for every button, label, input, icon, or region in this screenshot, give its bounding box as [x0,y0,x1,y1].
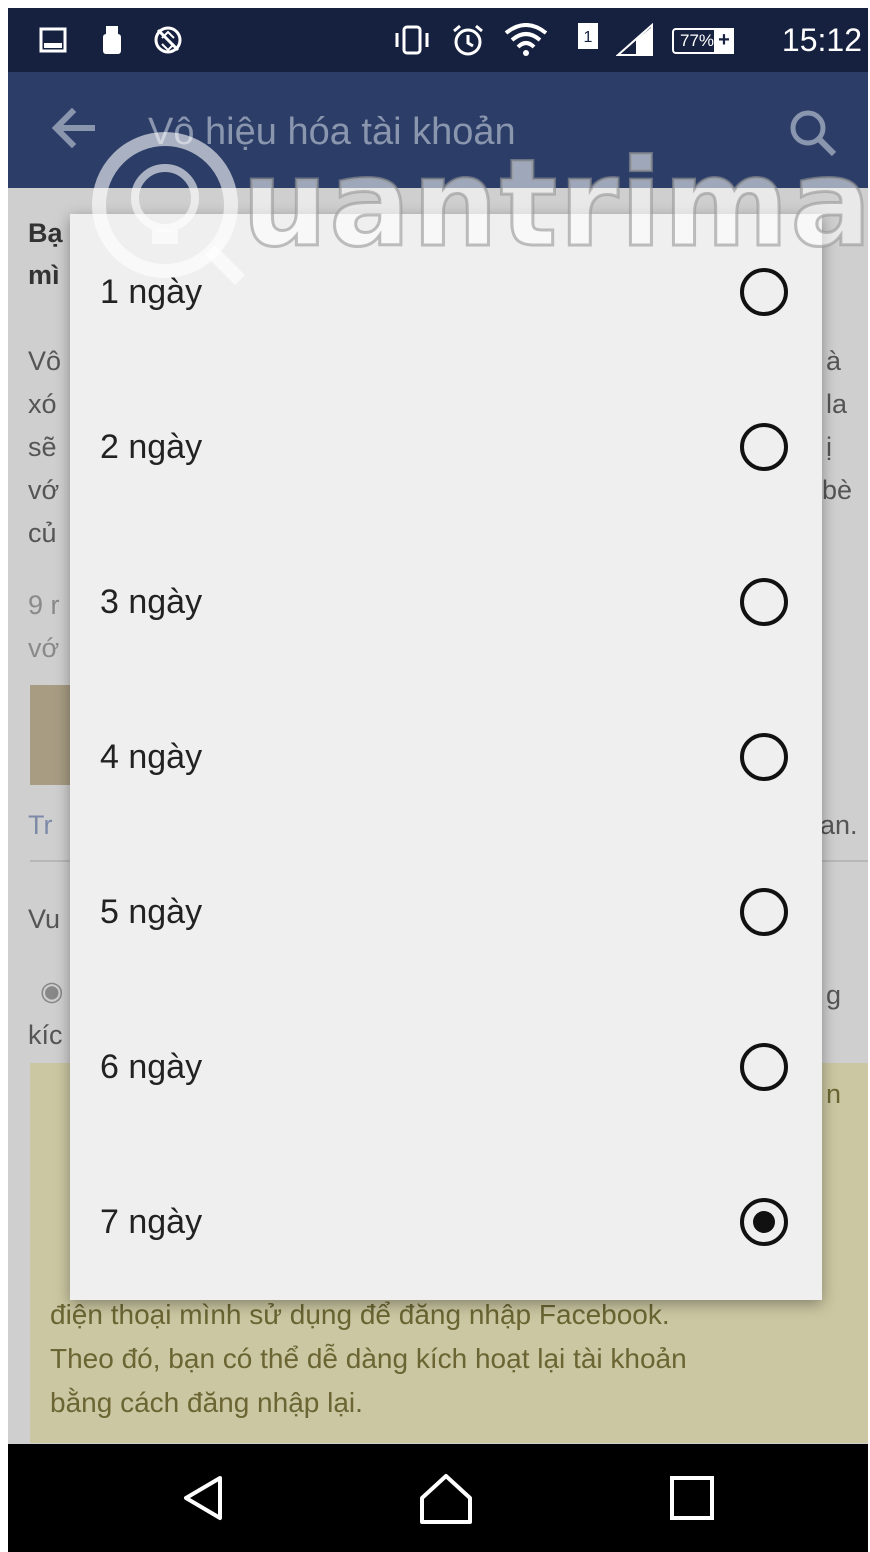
navigation-bar [8,1444,868,1552]
radio-button-icon[interactable] [740,733,788,781]
option-6-days[interactable]: 6 ngày [70,989,822,1143]
bg-fragment: à [826,346,842,376]
notice-text: điện thoại mình sử dụng để đăng nhập Fac… [50,1293,850,1425]
bg-radio-icon: ◉ [40,976,64,1006]
battery-icon: 77% + [672,28,734,54]
app-bar: Vô hiệu hóa tài khoản [8,72,868,188]
radio-button-icon[interactable] [740,268,788,316]
wifi-icon [504,23,548,56]
option-2-days[interactable]: 2 ngày [70,369,822,523]
bg-heading-line-2: mì [28,260,60,290]
bg-fragment: la [826,389,848,419]
bg-text-line: vớ [28,633,60,663]
home-icon[interactable] [416,1470,472,1526]
bg-text-line: sẽ [28,432,57,462]
bg-fragment: ị [826,432,832,462]
option-1-day[interactable]: 1 ngày [70,214,822,368]
bg-text-line: Vu [28,904,61,934]
bg-text-line: vớ [28,475,60,505]
option-label: 7 ngày [100,1203,203,1241]
option-5-days[interactable]: 5 ngày [70,834,822,988]
option-label: 4 ngày [100,738,203,776]
svg-text:1: 1 [584,29,593,46]
radio-button-icon[interactable] [740,423,788,471]
vibrate-icon [392,24,432,56]
sim-icon: 1 [576,20,600,52]
screen: 1 77% + 15:12 Vô hiệu hóa tài khoản Bạ m… [8,8,868,1552]
option-label: 1 ngày [100,273,203,311]
bg-fragment: n [826,1079,842,1109]
battery-level: 77% [680,31,715,50]
status-bar: 1 77% + 15:12 [8,8,868,72]
option-label: 6 ngày [100,1048,203,1086]
back-arrow-icon[interactable] [48,102,108,162]
back-triangle-icon[interactable] [176,1470,232,1526]
bg-fragment: bè [822,475,853,505]
signal-icon [616,23,656,56]
no-data-icon [150,24,186,56]
option-4-days[interactable]: 4 ngày [70,679,822,833]
usb-icon [100,24,124,56]
bg-text-line: 9 r [28,590,60,620]
option-label: 3 ngày [100,583,203,621]
option-label: 2 ngày [100,428,203,466]
bg-fragment: g [826,980,842,1010]
bg-text-line: kíc [28,1020,63,1050]
search-icon[interactable] [788,108,838,158]
status-time: 15:12 [781,22,862,58]
bg-fragment: an. [820,810,858,840]
bg-text-line: Vô [28,346,62,376]
page-title: Vô hiệu hóa tài khoản [148,111,516,153]
radio-button-icon[interactable] [740,888,788,936]
option-label: 5 ngày [100,893,203,931]
bg-text-line: xó [28,389,57,419]
radio-button-selected-icon[interactable] [740,1198,788,1246]
duration-picker-dialog: 1 ngày 2 ngày 3 ngày 4 ngày 5 ngày 6 ngà… [70,214,822,1300]
option-3-days[interactable]: 3 ngày [70,524,822,678]
radio-button-icon[interactable] [740,578,788,626]
gallery-notification-icon [38,24,68,56]
notice-line: bằng cách đăng nhập lại. [50,1387,363,1418]
charging-icon: + [714,28,734,54]
option-7-days[interactable]: 7 ngày [70,1144,822,1298]
recents-icon[interactable] [664,1470,720,1526]
bg-heading-line-1: Bạ [28,218,63,248]
notice-line: Theo đó, bạn có thể dễ dàng kích hoạt lạ… [50,1343,687,1374]
bg-link: Tr [28,810,53,840]
bg-text-line: củ [28,518,57,548]
alarm-icon [450,24,486,56]
radio-button-icon[interactable] [740,1043,788,1091]
